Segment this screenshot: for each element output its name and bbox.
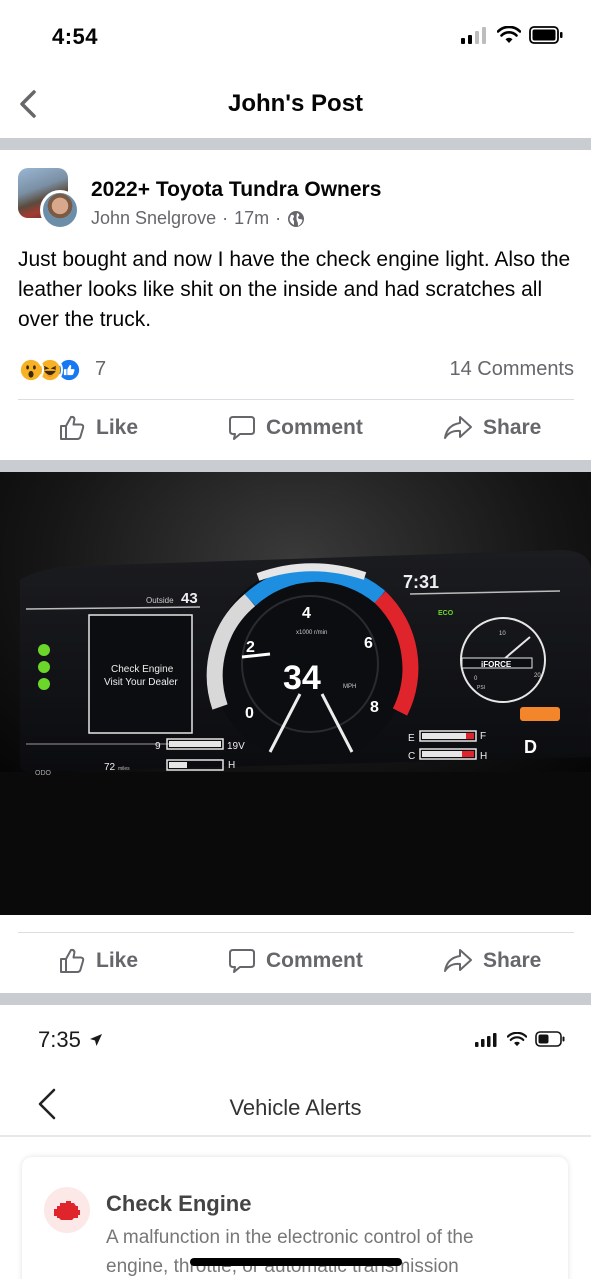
post-actions: Like Comment Share	[0, 400, 591, 460]
tach-mark-4: 4	[302, 605, 311, 622]
location-arrow-icon	[89, 1034, 102, 1046]
alert-title: Check Engine	[106, 1191, 252, 1216]
wifi-icon	[497, 26, 521, 43]
comments-count[interactable]: 14 Comments	[450, 358, 575, 381]
share-label: Share	[483, 416, 542, 439]
section-divider	[0, 460, 591, 472]
comment-label: Comment	[266, 949, 363, 972]
dash-clock: 7:31	[403, 572, 439, 592]
post-text: Just bought and now I have the check eng…	[18, 248, 571, 331]
dash-fuel-f: F	[480, 731, 486, 742]
share-arrow-icon	[444, 949, 472, 972]
nav-bar: John's Post	[0, 70, 591, 138]
dashboard-photo[interactable]: 7:31 Outside 43 ECO Check Engine Visit Y…	[0, 472, 591, 915]
dash-rpm-label: x1000 r/min	[296, 630, 327, 636]
like-label: Like	[96, 416, 139, 439]
tach-mark-8: 8	[370, 699, 379, 716]
speech-bubble-icon	[229, 949, 255, 973]
dash-tank-small: 9	[155, 741, 161, 752]
post-time: 17m	[234, 208, 270, 228]
dash-outside-temp: 43	[181, 590, 198, 607]
wow-reaction-icon	[18, 357, 44, 383]
post-meta: John Snelgrove · 17m ·	[91, 208, 305, 229]
alert-desc-line: A malfunction in the electronic control …	[106, 1227, 474, 1248]
alert-description: A malfunction in the electronic control …	[106, 1223, 546, 1279]
share-button[interactable]: Share	[443, 414, 541, 442]
group-name[interactable]: 2022+ Toyota Tundra Owners	[91, 178, 381, 202]
status-time: 4:54	[52, 24, 99, 49]
dash-eco: ECO	[438, 610, 454, 617]
reaction-icons[interactable]	[18, 357, 82, 383]
status-icons	[461, 26, 563, 44]
battery-icon	[535, 1031, 565, 1047]
wifi-icon	[507, 1031, 527, 1046]
dash-check-engine: Check Engine	[111, 664, 174, 675]
dashboard-image: 7:31 Outside 43 ECO Check Engine Visit Y…	[0, 472, 591, 915]
dash-odo: ODO	[35, 770, 52, 777]
cellular-signal-icon	[475, 1032, 497, 1047]
dash-gear: D	[524, 737, 537, 757]
dash-visit-dealer: Visit Your Dealer	[104, 677, 178, 688]
embedded-time-row: 7:35	[38, 1027, 103, 1053]
comment-button[interactable]: Comment	[228, 414, 363, 442]
comment-button[interactable]: Comment	[228, 947, 363, 975]
section-divider	[0, 138, 591, 150]
dash-fuel-e: E	[408, 733, 415, 744]
embedded-time: 7:35	[38, 1027, 81, 1052]
dash-h-label: H	[228, 760, 235, 771]
post-header: 2022+ Toyota Tundra Owners John Snelgrov…	[18, 168, 578, 232]
dash-boost-unit: PSI	[477, 685, 485, 691]
cellular-signal-icon	[461, 27, 486, 44]
embedded-title: Vehicle Alerts	[229, 1095, 362, 1120]
dash-iforce: iFORCE	[481, 660, 512, 669]
dash-boost-mid: 10	[499, 631, 506, 637]
like-button[interactable]: Like	[58, 414, 138, 442]
page-title: John's Post	[227, 90, 364, 117]
home-indicator[interactable]	[190, 1258, 402, 1266]
reactions-row: 7 14 Comments	[18, 355, 574, 385]
share-button[interactable]: Share	[443, 947, 541, 975]
embedded-screenshot[interactable]: 7:35 Vehicle Alerts Check Engine A malfu…	[0, 1005, 591, 1279]
like-label: Like	[96, 949, 139, 972]
share-arrow-icon	[444, 416, 472, 439]
author-name[interactable]: John Snelgrove	[91, 208, 216, 229]
meta-separator: ·	[275, 208, 282, 228]
engine-icon-badge	[44, 1187, 90, 1233]
dash-speed: 34	[283, 659, 321, 697]
reaction-count[interactable]: 7	[95, 358, 106, 381]
meta-separator: ·	[222, 208, 229, 228]
dash-range-unit: miles	[118, 766, 130, 772]
dash-range: 72	[104, 762, 116, 773]
avatar[interactable]	[18, 168, 80, 230]
thumbs-up-icon	[60, 948, 85, 973]
tach-mark-0: 0	[245, 705, 254, 722]
battery-icon	[529, 26, 563, 44]
dash-outside-label: Outside	[146, 596, 174, 605]
user-avatar	[40, 190, 80, 230]
speech-bubble-icon	[229, 416, 255, 440]
dash-temp-c: C	[408, 751, 415, 762]
tach-mark-6: 6	[364, 635, 373, 652]
like-button[interactable]: Like	[58, 947, 138, 975]
globe-icon	[288, 210, 305, 227]
dash-voltage: 19V	[227, 741, 245, 752]
dash-boost-max: 20	[534, 673, 541, 679]
status-bar: 4:54	[0, 0, 591, 70]
engine-icon	[54, 1201, 80, 1220]
tach-mark-2: 2	[246, 639, 255, 656]
embedded-divider	[0, 1135, 591, 1137]
thumbs-up-icon	[60, 415, 85, 440]
dash-temp-h: H	[480, 751, 487, 762]
photo-actions: Like Comment Share	[0, 933, 591, 993]
dash-speed-unit: MPH	[343, 684, 356, 690]
comment-label: Comment	[266, 416, 363, 439]
embedded-status-icons	[475, 1031, 565, 1047]
share-label: Share	[483, 949, 542, 972]
section-divider	[0, 993, 591, 1005]
